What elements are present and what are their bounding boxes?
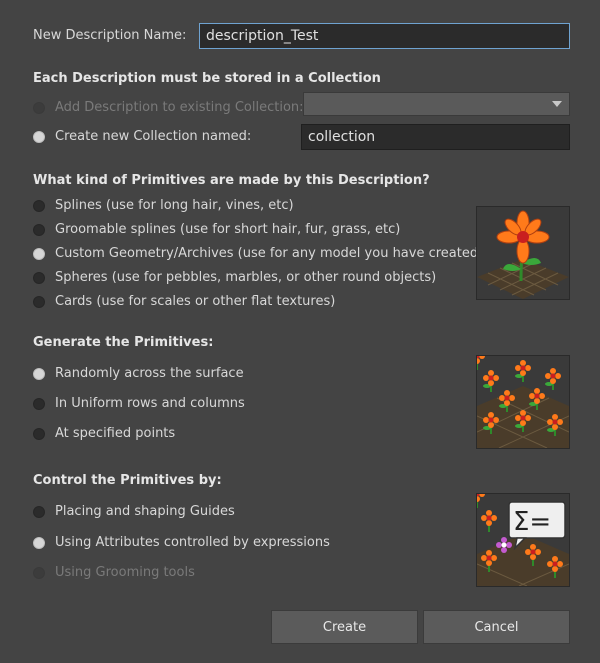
existing-collection-radio[interactable] [33, 101, 45, 114]
generate-option-points[interactable]: At specified points [33, 426, 175, 441]
primitive-option-custom-geometry[interactable]: Custom Geometry/Archives (use for any mo… [33, 246, 483, 261]
flower-field-thumbnail-icon [476, 355, 570, 449]
primitive-label-custom-geometry: Custom Geometry/Archives (use for any mo… [55, 246, 484, 261]
primitive-label-splines: Splines (use for long hair, vines, etc) [55, 198, 294, 213]
generate-option-random[interactable]: Randomly across the surface [33, 366, 244, 381]
single-flower-thumbnail-icon [476, 206, 570, 300]
control-option-grooming: Using Grooming tools [33, 565, 195, 580]
generate-radio-points[interactable] [33, 427, 45, 440]
control-label-grooming: Using Grooming tools [55, 565, 195, 580]
primitive-label-spheres: Spheres (use for pebbles, marbles, or ot… [55, 270, 437, 285]
primitive-label-cards: Cards (use for scales or other flat text… [55, 294, 336, 309]
control-radio-grooming [33, 566, 45, 579]
generate-label-uniform: In Uniform rows and columns [55, 396, 245, 411]
generate-radio-random[interactable] [33, 367, 45, 380]
primitive-option-cards[interactable]: Cards (use for scales or other flat text… [33, 294, 335, 309]
svg-text:Σ=: Σ= [513, 507, 551, 537]
description-name-input[interactable]: description_Test [199, 23, 570, 49]
primitive-option-groomable[interactable]: Groomable splines (use for short hair, f… [33, 222, 400, 237]
primitive-radio-custom-geometry[interactable] [33, 247, 45, 260]
generate-radio-uniform[interactable] [33, 397, 45, 410]
collection-section-title: Each Description must be stored in a Col… [33, 71, 381, 86]
primitive-option-splines[interactable]: Splines (use for long hair, vines, etc) [33, 198, 294, 213]
primitive-radio-splines[interactable] [33, 199, 45, 212]
create-button[interactable]: Create [271, 610, 418, 644]
primitive-label-groomable: Groomable splines (use for short hair, f… [55, 222, 401, 237]
primitive-radio-cards[interactable] [33, 295, 45, 308]
chevron-down-icon[interactable] [545, 93, 569, 115]
control-option-guides[interactable]: Placing and shaping Guides [33, 504, 235, 519]
existing-collection-option[interactable]: Add Description to existing Collection: [33, 100, 304, 115]
primitives-section-title: What kind of Primitives are made by this… [33, 173, 430, 188]
generate-section-title: Generate the Primitives: [33, 335, 214, 350]
generate-label-points: At specified points [55, 426, 176, 441]
cancel-button[interactable]: Cancel [423, 610, 570, 644]
control-label-attributes: Using Attributes controlled by expressio… [55, 535, 330, 550]
existing-collection-dropdown[interactable] [303, 92, 570, 116]
existing-collection-label: Add Description to existing Collection: [55, 100, 304, 115]
expression-thumbnail-icon: Σ= [476, 493, 570, 587]
generate-option-uniform[interactable]: In Uniform rows and columns [33, 396, 245, 411]
new-collection-radio[interactable] [33, 130, 45, 143]
generate-label-random: Randomly across the surface [55, 366, 244, 381]
description-name-label: New Description Name: [33, 28, 187, 43]
primitive-option-spheres[interactable]: Spheres (use for pebbles, marbles, or ot… [33, 270, 436, 285]
control-section-title: Control the Primitives by: [33, 473, 222, 488]
new-collection-option[interactable]: Create new Collection named: [33, 129, 251, 144]
primitive-radio-groomable[interactable] [33, 223, 45, 236]
new-collection-input[interactable]: collection [301, 124, 570, 150]
control-radio-attributes[interactable] [33, 536, 45, 549]
control-option-attributes[interactable]: Using Attributes controlled by expressio… [33, 535, 330, 550]
primitive-radio-spheres[interactable] [33, 271, 45, 284]
new-collection-label: Create new Collection named: [55, 129, 252, 144]
control-label-guides: Placing and shaping Guides [55, 504, 235, 519]
control-radio-guides[interactable] [33, 505, 45, 518]
